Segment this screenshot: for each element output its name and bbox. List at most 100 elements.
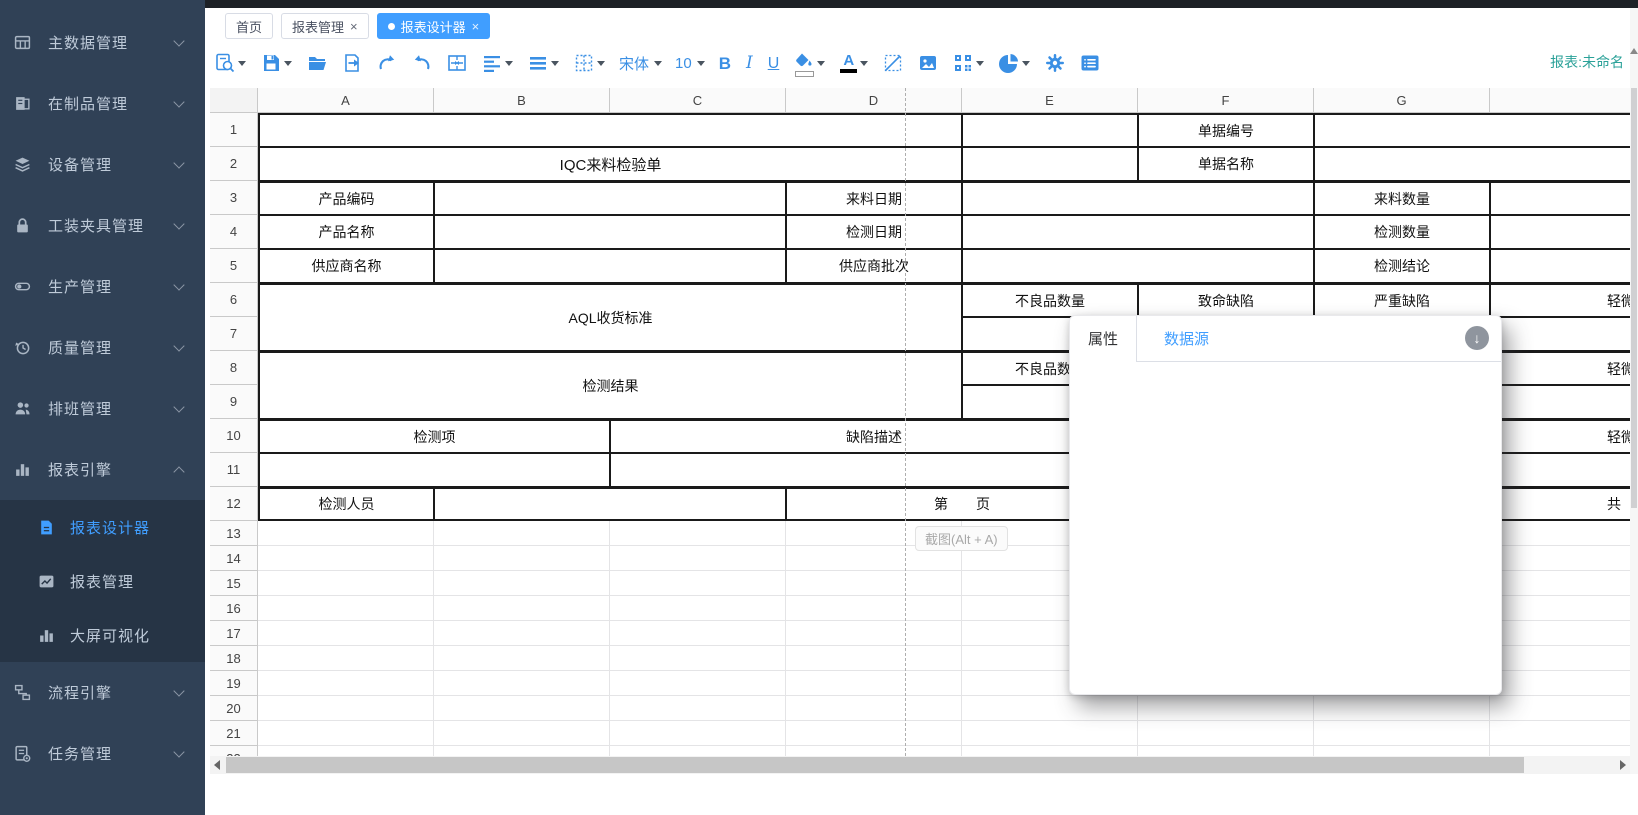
sheet-cell[interactable] <box>434 571 610 596</box>
form-cell-r1c0[interactable] <box>258 113 962 147</box>
sheet-cell[interactable] <box>434 621 610 646</box>
sheet-cell[interactable] <box>610 646 786 671</box>
sheet-cell[interactable] <box>1138 696 1314 721</box>
image-button[interactable] <box>917 52 939 74</box>
close-tab-icon[interactable]: × <box>350 20 358 33</box>
form-cell-r5c7[interactable] <box>1490 249 1630 283</box>
sheet-cell[interactable] <box>786 746 962 756</box>
sheet-cell[interactable] <box>610 696 786 721</box>
sheet-cell[interactable] <box>1138 746 1314 756</box>
form-cell-r11c2[interactable] <box>610 453 1138 487</box>
row-header-17[interactable]: 17 <box>210 621 258 646</box>
sheet-cell[interactable] <box>962 696 1138 721</box>
sheet-cell[interactable] <box>434 721 610 746</box>
sheet-cell[interactable] <box>434 671 610 696</box>
sheet-cell[interactable] <box>434 546 610 571</box>
sheet-cell[interactable] <box>610 621 786 646</box>
form-cell-r4c1[interactable] <box>434 215 786 249</box>
font-family-select[interactable]: 宋体 <box>619 53 662 74</box>
row-header-18[interactable]: 18 <box>210 646 258 671</box>
form-cell-r3c0[interactable]: 产品编码 <box>258 181 434 215</box>
export-button[interactable] <box>341 52 363 74</box>
sheet-cell[interactable] <box>1490 621 1630 646</box>
preview-button[interactable] <box>214 52 247 74</box>
form-cell-r3c4[interactable] <box>962 181 1314 215</box>
row-header-5[interactable]: 5 <box>210 249 258 283</box>
font-size-select[interactable]: 10 <box>675 55 705 72</box>
row-header-2[interactable]: 2 <box>210 147 258 181</box>
sheet-cell[interactable] <box>786 596 962 621</box>
column-header-A[interactable]: A <box>258 88 434 113</box>
sheet-cell[interactable] <box>434 596 610 621</box>
form-cell-r12c1[interactable] <box>434 487 786 521</box>
redo-button[interactable] <box>376 52 398 74</box>
form-cell-r1c6[interactable] <box>1314 113 1630 147</box>
line-style-button[interactable] <box>527 52 560 74</box>
sheet-cell[interactable] <box>962 721 1138 746</box>
sheet-cell[interactable] <box>1490 696 1630 721</box>
sheet-cell[interactable] <box>1490 671 1630 696</box>
row-header-16[interactable]: 16 <box>210 596 258 621</box>
sidebar-item-3[interactable]: 工装夹具管理 <box>0 195 205 256</box>
sheet-cell[interactable] <box>258 546 434 571</box>
form-cell-r8c0[interactable]: 检测结果 <box>258 351 962 419</box>
column-header-C[interactable]: C <box>610 88 786 113</box>
row-header-4[interactable]: 4 <box>210 215 258 249</box>
form-cell-r1c4[interactable] <box>962 113 1138 147</box>
column-header-D[interactable]: D <box>786 88 962 113</box>
form-cell-r3c1[interactable] <box>434 181 786 215</box>
page-tab-1[interactable]: 报表管理× <box>281 13 369 39</box>
scroll-up-arrow[interactable] <box>1630 48 1638 54</box>
form-cell-r5c3[interactable]: 供应商批次 <box>786 249 962 283</box>
scroll-left-arrow[interactable] <box>214 760 220 770</box>
form-cell-r11c7[interactable] <box>1490 453 1630 487</box>
grid-corner-cell[interactable] <box>210 88 258 113</box>
row-header-19[interactable]: 19 <box>210 671 258 696</box>
merge-cells-button[interactable] <box>446 52 468 74</box>
sheet-cell[interactable] <box>610 721 786 746</box>
undo-button[interactable] <box>411 52 433 74</box>
sheet-cell[interactable] <box>786 571 962 596</box>
form-cell-r4c6[interactable]: 检测数量 <box>1314 215 1490 249</box>
form-cell-r2c0[interactable]: IQC来料检验单 <box>258 147 962 181</box>
row-header-6[interactable]: 6 <box>210 283 258 317</box>
form-cell-r7c7[interactable] <box>1490 317 1630 351</box>
column-header-F[interactable]: F <box>1138 88 1314 113</box>
page-tab-2[interactable]: 报表设计器× <box>377 13 491 39</box>
bold-button[interactable]: B <box>718 54 732 73</box>
form-cell-r6c6[interactable]: 严重缺陷 <box>1314 283 1490 317</box>
sheet-cell[interactable] <box>258 721 434 746</box>
sheet-cell[interactable] <box>1490 646 1630 671</box>
sheet-cell[interactable] <box>1138 721 1314 746</box>
sheet-cell[interactable] <box>1314 746 1490 756</box>
italic-button[interactable]: I <box>745 54 754 73</box>
close-tab-icon[interactable]: × <box>472 20 480 33</box>
qrcode-button[interactable] <box>952 52 985 74</box>
sidebar-item-6[interactable]: 排班管理 <box>0 378 205 439</box>
sheet-cell[interactable] <box>1490 521 1630 546</box>
sheet-cell[interactable] <box>610 596 786 621</box>
sheet-cell[interactable] <box>786 621 962 646</box>
form-cell-r6c0[interactable]: AQL收货标准 <box>258 283 962 351</box>
sheet-cell[interactable] <box>610 571 786 596</box>
form-cell-r6c4[interactable]: 不良品数量 <box>962 283 1138 317</box>
sheet-cell[interactable] <box>258 596 434 621</box>
row-header-7[interactable]: 7 <box>210 317 258 351</box>
sheet-cell[interactable] <box>258 671 434 696</box>
vertical-scrollbar[interactable] <box>1630 8 1638 774</box>
sidebar-item-0[interactable]: 主数据管理 <box>0 12 205 73</box>
sidebar-item-9[interactable]: 任务管理 <box>0 723 205 784</box>
sidebar-item-7[interactable]: 报表引擎 <box>0 439 205 500</box>
sheet-cell[interactable] <box>786 696 962 721</box>
fill-color-button[interactable] <box>793 49 826 78</box>
sheet-cell[interactable] <box>786 646 962 671</box>
form-cell-r6c7[interactable]: 轻微缺陷 <box>1490 283 1630 317</box>
row-header-20[interactable]: 20 <box>210 696 258 721</box>
panel-collapse-button[interactable]: ↓ <box>1465 326 1489 350</box>
form-cell-r2c5[interactable]: 单据名称 <box>1138 147 1314 181</box>
sidebar-item-sub-2[interactable]: 大屏可视化 <box>0 608 205 662</box>
column-header-G[interactable]: G <box>1314 88 1490 113</box>
form-cell-r8c7[interactable]: 轻微缺陷 <box>1490 351 1630 385</box>
page-tab-0[interactable]: 首页 <box>225 13 273 39</box>
chart-pie-button[interactable] <box>998 52 1031 74</box>
